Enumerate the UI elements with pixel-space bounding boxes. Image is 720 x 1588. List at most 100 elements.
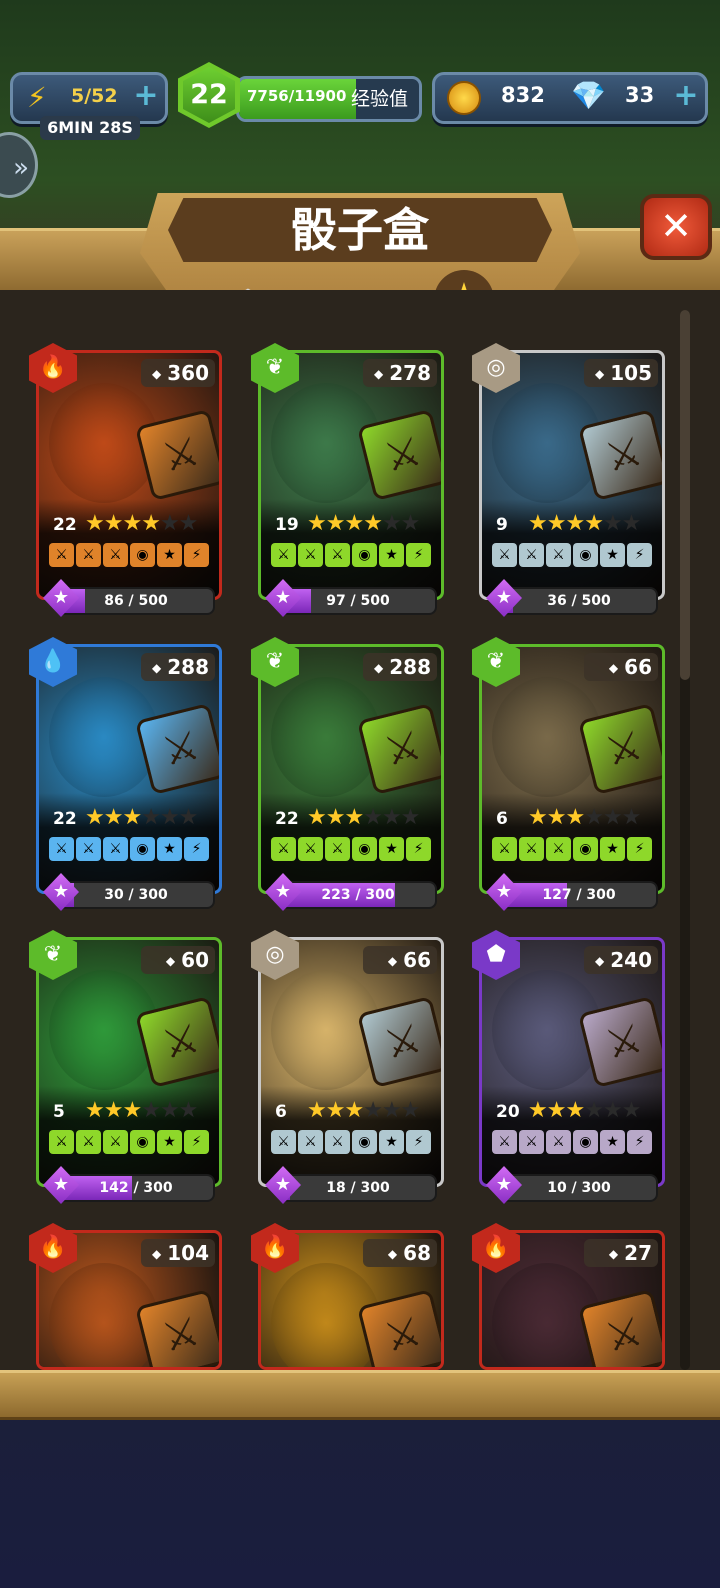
star-icon: ★ <box>141 805 161 830</box>
progress-text: 18 / 300 <box>326 1180 390 1196</box>
dice-face-icon: ◉ <box>573 1130 598 1154</box>
star-rating: ★★★★★★ <box>528 511 642 536</box>
add-energy-button[interactable]: + <box>133 81 159 111</box>
star-icon: ★ <box>621 511 642 536</box>
dice-face-icon: ⚔ <box>298 837 323 861</box>
dice-level: 22 <box>53 515 77 535</box>
dice-face-icon: ⚔ <box>103 1130 128 1154</box>
star-icon: ★ <box>307 511 327 536</box>
xp-bar: 7756/11900 经验值 <box>236 76 422 122</box>
star-icon: ★ <box>565 805 585 830</box>
dice-face-icon: ⚔ <box>546 837 571 861</box>
star-icon: ★ <box>363 805 383 830</box>
player-level-badge[interactable]: 22 <box>178 62 240 128</box>
dice-level: 6 <box>275 1102 287 1122</box>
dice-face-icon: ⚔ <box>519 837 544 861</box>
dice-count: 105 <box>584 359 658 387</box>
star-icon: ★ <box>159 805 180 830</box>
dice-card[interactable]: ⚔288💧22★★★★★★⚔⚔⚔◉★⚡30 / 300★ <box>29 637 222 911</box>
star-icon: ★ <box>344 1098 364 1123</box>
star-icon: ★ <box>85 805 105 830</box>
dice-face-icon: ⚡ <box>627 1130 652 1154</box>
dice-face-icon: ⚡ <box>184 1130 209 1154</box>
star-icon: ★ <box>546 1098 567 1123</box>
upgrade-progress-bar: 223 / 300 <box>279 881 437 909</box>
star-icon: ★ <box>159 1098 180 1123</box>
dice-card[interactable]: ⚔278❦19★★★★★★⚔⚔⚔◉★⚡97 / 500★ <box>251 343 444 617</box>
dice-face-icon: ⚔ <box>325 1130 350 1154</box>
star-icon: ★ <box>307 805 327 830</box>
dice-face-icon: ⚡ <box>406 1130 431 1154</box>
star-icon: ★ <box>621 805 642 830</box>
progress-text: 10 / 300 <box>547 1180 611 1196</box>
side-menu-arrow-icon[interactable]: » <box>0 132 38 198</box>
star-icon: ★ <box>546 805 567 830</box>
dice-card[interactable]: ⚔66❦6★★★★★★⚔⚔⚔◉★⚡127 / 300★ <box>472 637 665 911</box>
dice-face-icon: ◉ <box>352 837 377 861</box>
star-icon: ★ <box>325 1098 346 1123</box>
star-icon: ★ <box>122 511 142 536</box>
dice-face-icon: ⚡ <box>627 837 652 861</box>
star-icon: ★ <box>528 1098 548 1123</box>
close-button[interactable]: ✕ <box>640 194 712 260</box>
dice-card[interactable]: ⚔104🔥 <box>29 1223 222 1370</box>
add-currency-button[interactable]: + <box>673 81 699 111</box>
dice-card[interactable]: ⚔60❦5★★★★★★⚔⚔⚔◉★⚡142 / 300★ <box>29 930 222 1204</box>
dice-face-icon: ◉ <box>573 543 598 567</box>
dice-card[interactable]: ⚔66◎6★★★★★★⚔⚔⚔◉★⚡18 / 300★ <box>251 930 444 1204</box>
star-icon: ★ <box>381 1098 402 1123</box>
dice-card[interactable]: ⚔27🔥 <box>472 1223 665 1370</box>
dice-card[interactable]: ⚔68🔥 <box>251 1223 444 1370</box>
bottom-wood-frame <box>0 1370 720 1420</box>
dice-face-icon: ⚔ <box>76 1130 101 1154</box>
dice-face-icon: ⚔ <box>76 543 101 567</box>
progress-text: 142 / 300 <box>99 1180 173 1196</box>
dice-face-icon: ⚡ <box>627 543 652 567</box>
dice-face-icon: ⚔ <box>271 837 296 861</box>
xp-label: 经验值 <box>351 88 409 110</box>
dice-card[interactable]: ⚔288❦22★★★★★★⚔⚔⚔◉★⚡223 / 300★ <box>251 637 444 911</box>
dice-face-icon: ★ <box>379 543 404 567</box>
dice-face-icon: ⚔ <box>271 543 296 567</box>
dice-level: 9 <box>496 515 508 535</box>
dice-face-icon: ⚔ <box>546 543 571 567</box>
dice-faces: ⚔ ⚔ ⚔ ◉ ★ ⚡ <box>492 837 652 861</box>
star-icon: ★ <box>307 1098 327 1123</box>
progress-text: 36 / 500 <box>547 593 611 609</box>
dice-face-icon: ⚔ <box>492 837 517 861</box>
progress-text: 30 / 300 <box>104 887 168 903</box>
star-icon: ★ <box>565 1098 585 1123</box>
star-icon: ★ <box>159 511 180 536</box>
dice-face-icon: ⚔ <box>519 543 544 567</box>
dice-face-icon: ⚔ <box>49 543 74 567</box>
dice-face-icon: ★ <box>600 543 625 567</box>
dice-count: 68 <box>363 1239 437 1267</box>
dice-face-icon: ⚔ <box>298 1130 323 1154</box>
scrollbar-thumb[interactable] <box>680 310 690 680</box>
dice-card[interactable]: ⚔105◎9★★★★★★⚔⚔⚔◉★⚡36 / 500★ <box>472 343 665 617</box>
dice-face-icon: ★ <box>379 1130 404 1154</box>
dice-level: 5 <box>53 1102 65 1122</box>
gold-amount: 832 <box>501 83 545 107</box>
star-icon: ★ <box>602 1098 623 1123</box>
upgrade-progress-bar: 97 / 500 <box>279 587 437 615</box>
dice-face-icon: ⚔ <box>271 1130 296 1154</box>
star-icon: ★ <box>178 511 199 536</box>
lightning-icon: ⚡ <box>27 81 47 114</box>
star-icon: ★ <box>122 1098 142 1123</box>
star-icon: ★ <box>528 511 548 536</box>
dice-card[interactable]: ⚔240⬟20★★★★★★⚔⚔⚔◉★⚡10 / 300★ <box>472 930 665 1204</box>
gem-amount: 33 <box>625 83 655 107</box>
dice-card[interactable]: ⚔360🔥22★★★★★★⚔⚔⚔◉★⚡86 / 500★ <box>29 343 222 617</box>
star-icon: ★ <box>103 1098 124 1123</box>
star-icon: ★ <box>584 511 604 536</box>
diamond-icon: 💎 <box>571 79 606 112</box>
dice-face-icon: ◉ <box>352 1130 377 1154</box>
dice-face-icon: ⚔ <box>325 543 350 567</box>
star-icon: ★ <box>141 511 161 536</box>
star-icon: ★ <box>363 1098 383 1123</box>
star-icon: ★ <box>381 805 402 830</box>
star-icon: ★ <box>621 1098 642 1123</box>
dice-face-icon: ⚔ <box>103 837 128 861</box>
dice-face-icon: ⚔ <box>298 543 323 567</box>
